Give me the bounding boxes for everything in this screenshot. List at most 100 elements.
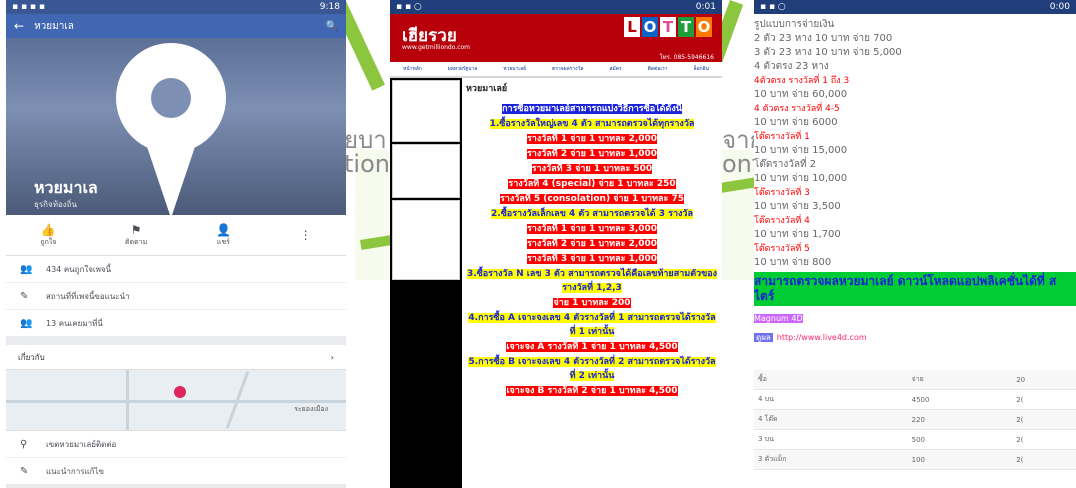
about-card: เกี่ยวกับ › ระยองเมือง ⚲ เขตหวยมาเลย์ติดต… xyxy=(6,345,346,485)
nav-item[interactable]: หวยมาเลย์ xyxy=(503,65,526,73)
flag-icon: ⚑ xyxy=(130,222,142,237)
payout-line: 10 บาท จ่าย 1,700 xyxy=(754,229,841,240)
table-row: 3 ตัวแม็ก 100 2( xyxy=(754,449,1076,470)
more-button[interactable]: ⋮ xyxy=(300,228,312,242)
address-row[interactable]: ⚲ เขตหวยมาเลย์ติดต่อ xyxy=(6,431,346,458)
back-arrow-icon[interactable]: ← xyxy=(14,19,24,33)
sidebar-widget xyxy=(392,200,460,280)
content-line-text: เจาะจง B รางวัลที่ 2 จ่าย 1 บาทละ 4,500 xyxy=(506,386,678,396)
notification-icons: ▪ ▪ ○ xyxy=(760,2,786,12)
content-line: 1.ซื้อรางวัลใหญ่เลข 4 ตัว สามารถตรวจได้ท… xyxy=(466,117,718,131)
content-line: การซื้อหวยมาเลย์สามารถแบ่งวิธีการซื้อได้… xyxy=(466,102,718,116)
payout-line: 4ตัวตรง รางวัลที่ 1 ถึง 3 xyxy=(754,76,850,86)
status-time: 0:01 xyxy=(695,2,716,12)
payout-table: ซื้อ จ่าย 20 4 บน 4500 2(4 โต๊ด 220 2(3 บน 500 2(… xyxy=(754,370,1076,470)
content-line-text: รางวัลที่ 2 จ่าย 1 บาทละ 2,000 xyxy=(526,239,658,249)
bg-text: tion xyxy=(344,150,390,178)
content-line: เจาะจง A รางวัลที่ 1 จ่าย 1 บาทละ 4,500 xyxy=(466,340,718,354)
content-line: 2.ซื้อรางวัลเล็กเลข 4 ตัว สามารถตรวจได้ … xyxy=(466,207,718,221)
location-map[interactable]: ระยองเมือง xyxy=(6,369,346,431)
table-cell: 220 xyxy=(907,409,1013,430)
topbar-title: หวยมาเล xyxy=(34,20,74,32)
follow-button[interactable]: ⚑ ติดตาม xyxy=(125,223,147,248)
content-line-text: 3.ซื้อรางวัล N เลข 3 ตัว สามารถตรวจได้คื… xyxy=(466,269,718,293)
map-marker-icon xyxy=(174,386,186,398)
nav-item[interactable]: หน้าหลัก xyxy=(403,65,422,73)
content-line: จ่าย 1 บาทละ 200 xyxy=(466,296,718,310)
sidebar-widget xyxy=(392,144,460,198)
notification-icons: ▪ ▪ ○ xyxy=(396,2,422,12)
content-line: รางวัลที่ 4 (special) จ่าย 1 บาทละ 250 xyxy=(466,177,718,191)
lotto-logo: L O T T O xyxy=(624,17,712,37)
content-line-text: จ่าย 1 บาทละ 200 xyxy=(553,298,631,308)
nav-item[interactable]: ผลหวยรัฐบาล xyxy=(448,65,478,73)
people-icon: 👥 xyxy=(20,317,33,329)
table-row: 4 บน 4500 2( xyxy=(754,389,1076,410)
content-line: 3.ซื้อรางวัล N เลข 3 ตัว สามารถตรวจได้คื… xyxy=(466,267,718,295)
content-line-text: 1.ซื้อรางวัลใหญ่เลข 4 ตัว สามารถตรวจได้ท… xyxy=(489,119,695,129)
result-link[interactable]: http://www.live4d.com xyxy=(777,333,867,342)
content-line-text: รางวัลที่ 5 (consolation) จ่าย 1 บาทละ 7… xyxy=(499,194,685,204)
content-line-text: รางวัลที่ 2 จ่าย 1 บาทละ 1,000 xyxy=(526,149,658,159)
table-row: ซื้อ จ่าย 20 xyxy=(754,370,1076,390)
content-line-text: การซื้อหวยมาเลย์สามารถแบ่งวิธีการซื้อได้… xyxy=(502,104,682,114)
table-cell: 2( xyxy=(1012,409,1076,430)
table-row: 4 โต๊ด 220 2( xyxy=(754,409,1076,430)
payout-line: 2 ตัว 23 หาง 10 บาท จ่าย 700 xyxy=(754,33,893,44)
thumbs-up-icon: 👍 xyxy=(40,222,56,237)
status-bar: ▪ ▪ ○ 0:01 xyxy=(390,0,722,14)
like-button[interactable]: 👍 ถูกใจ xyxy=(40,223,56,248)
payout-line: 10 บาท จ่าย 6000 xyxy=(754,117,838,128)
app-download-banner[interactable]: สามารถตรวจผลหวยมาเลย์ ดาวน์โหลดแอปพลิเคช… xyxy=(754,272,1076,306)
table-cell: 20 xyxy=(1012,370,1076,390)
suggest-edit-row[interactable]: ✎ แนะนำการแก้ไข xyxy=(6,458,346,485)
content-line: รางวัลที่ 5 (consolation) จ่าย 1 บาทละ 7… xyxy=(466,192,718,206)
content-line: รางวัลที่ 3 จ่าย 1 บาทละ 500 xyxy=(466,162,718,176)
page-actions: 👍 ถูกใจ ⚑ ติดตาม 👤 แชร์ ⋮ xyxy=(6,215,346,256)
payout-line: โต๊ดรางวัลที่ 5 xyxy=(754,244,810,254)
status-time: 9:18 xyxy=(319,2,340,12)
phone-screenshot-payout: ▪ ▪ ○ 0:00 รูปแบบการจ่ายเงิน 2 ตัว 23 หาง… xyxy=(754,0,1076,488)
content-line: เจาะจง B รางวัลที่ 2 จ่าย 1 บาทละ 4,500 xyxy=(466,384,718,398)
table-row: 3 บน 500 2( xyxy=(754,429,1076,450)
map-label: ระยองเมือง xyxy=(294,405,328,413)
content-line: รางวัลที่ 2 จ่าย 1 บาทละ 1,000 xyxy=(466,147,718,161)
status-bar: ▪ ▪ ○ 0:00 xyxy=(754,0,1076,14)
payout-line: โต๊ดรางวัลที่ 1 xyxy=(754,132,810,142)
content-line-text: 2.ซื้อรางวัลเล็กเลข 4 ตัว สามารถตรวจได้ … xyxy=(491,209,693,219)
about-header[interactable]: เกี่ยวกับ › xyxy=(6,345,346,369)
phone-screenshot-website: ▪ ▪ ○ 0:01 เฮียรวย www.getmilliondo.com … xyxy=(390,0,722,488)
table-cell: 100 xyxy=(907,449,1013,470)
site-url: www.getmilliondo.com xyxy=(402,44,471,51)
table-cell: ซื้อ xyxy=(754,370,908,390)
payout-line: 10 บาท จ่าย 15,000 xyxy=(754,145,848,156)
chevron-right-icon: › xyxy=(330,352,334,362)
content-line-text: รางวัลที่ 1 จ่าย 1 บาทละ 2,000 xyxy=(526,134,658,144)
nav-item[interactable]: ตรวจผลรางวัล xyxy=(552,65,583,73)
payout-line: 10 บาท จ่าย 10,000 xyxy=(754,173,848,184)
payout-line: 4 ตัวตรง รางวัลที่ 4-5 xyxy=(754,104,840,114)
person-icon: 👤 xyxy=(215,222,231,237)
people-icon: 👥 xyxy=(20,263,33,275)
payout-line: โต๊ดรางวัลที่ 4 xyxy=(754,216,810,226)
payout-line: 10 บาท จ่าย 800 xyxy=(754,257,832,268)
content-line: 4.การซื้อ A เจาะจงเลข 4 ตัวรางวัลที่ 1 ส… xyxy=(466,311,718,339)
nav-item[interactable]: ติดต่อเรา xyxy=(648,65,668,73)
info-row: 👥 13 คนเคยมาที่นี่ xyxy=(6,310,346,337)
login-box[interactable] xyxy=(392,80,460,142)
nav-item[interactable]: ล็อกอิน xyxy=(694,65,710,73)
table-cell: 4 บน xyxy=(754,389,908,410)
content-line-text: รางวัลที่ 1 จ่าย 1 บาทละ 3,000 xyxy=(526,224,658,234)
content-line-text: รางวัลที่ 3 จ่าย 1 บาทละ 1,000 xyxy=(526,254,658,264)
payout-line: 4 ตัวตรง 23 หาง xyxy=(754,61,829,72)
pencil-icon: ✎ xyxy=(20,465,29,477)
payout-line: 3 ตัว 23 หาง 10 บาท จ่าย 5,000 xyxy=(754,47,902,58)
nav-item[interactable]: สมัคร xyxy=(609,65,621,73)
content-line-text: 5.การซื้อ B เจาะจงเลข 4 ตัวรางวัลที่ 2 ส… xyxy=(468,357,716,381)
payout-line: รูปแบบการจ่ายเงิน xyxy=(754,19,835,30)
info-row[interactable]: ✎ สถานที่ที่เพจนี้ขอแนะนำ xyxy=(6,283,346,310)
share-button[interactable]: 👤 แชร์ xyxy=(216,223,231,248)
search-icon[interactable]: 🔍 xyxy=(326,21,338,32)
site-nav: หน้าหลัก ผลหวยรัฐบาล หวยมาเลย์ ตรวจผลราง… xyxy=(390,62,722,78)
table-cell: 4 โต๊ด xyxy=(754,409,908,430)
